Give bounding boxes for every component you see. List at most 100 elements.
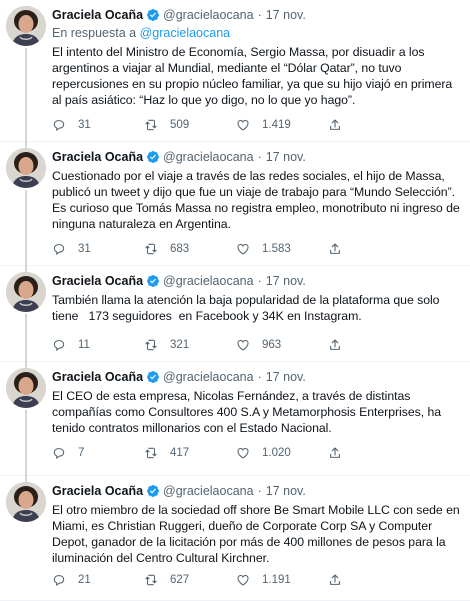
tweet-text: El CEO de esta empresa, Nicolas Fernánde… bbox=[52, 388, 462, 436]
thread-connector-line bbox=[25, 410, 27, 476]
retweet-icon bbox=[144, 338, 170, 352]
reply-button[interactable]: 31 bbox=[52, 118, 144, 132]
tweet-text-line: compañías como Consultores 400 S.A y Met… bbox=[52, 405, 442, 419]
tweet[interactable]: Graciela Ocaña @gracielaocana · 17 nov. El C… bbox=[0, 362, 470, 476]
heart-icon bbox=[236, 446, 262, 460]
verified-badge-icon bbox=[147, 275, 160, 287]
tweet-text-line: repercusiones en su propio núcleo famili… bbox=[52, 77, 453, 91]
tweet-date[interactable]: 17 nov. bbox=[266, 274, 306, 288]
share-button[interactable] bbox=[328, 573, 348, 587]
heart-icon bbox=[236, 118, 262, 132]
author-name[interactable]: Graciela Ocaña bbox=[52, 370, 143, 384]
retweet-button[interactable]: 627 bbox=[144, 573, 236, 587]
reply-count: 7 bbox=[78, 447, 85, 459]
tweet[interactable]: Graciela Ocaña @gracielaocana · 17 nov. En r… bbox=[0, 0, 470, 142]
like-count: 1.020 bbox=[262, 447, 291, 459]
tweet-actions: 31 683 1.583 bbox=[52, 241, 402, 257]
reply-count: 31 bbox=[78, 119, 91, 131]
avatar[interactable] bbox=[6, 482, 46, 522]
tweet[interactable]: Graciela Ocaña @gracielaocana · 17 nov. Tamb… bbox=[0, 266, 470, 362]
reply-icon bbox=[52, 242, 78, 256]
avatar[interactable] bbox=[6, 6, 46, 46]
retweet-count: 509 bbox=[170, 119, 190, 131]
reply-icon bbox=[52, 118, 78, 132]
reply-button[interactable]: 21 bbox=[52, 573, 144, 587]
tweet-actions: 31 509 1.419 bbox=[52, 117, 402, 133]
share-icon bbox=[328, 242, 354, 256]
like-button[interactable]: 1.020 bbox=[236, 446, 328, 460]
tweet-text-line: También llama la atención la baja popula… bbox=[52, 293, 440, 307]
retweet-icon bbox=[144, 446, 170, 460]
retweet-button[interactable]: 509 bbox=[144, 118, 236, 132]
tweet-actions: 21 627 1.191 bbox=[52, 572, 402, 588]
share-button[interactable] bbox=[328, 242, 348, 256]
like-count: 1.191 bbox=[262, 574, 291, 586]
heart-icon bbox=[236, 242, 262, 256]
reply-button[interactable]: 31 bbox=[52, 242, 144, 256]
tweet-text-line: tenido contratos millonarios con el Esta… bbox=[52, 421, 332, 435]
avatar[interactable] bbox=[6, 148, 46, 188]
tweet-text-line: Depot, ganador de la licitación por más … bbox=[52, 535, 446, 549]
tweet-date[interactable]: 17 nov. bbox=[266, 8, 306, 22]
author-handle[interactable]: @gracielaocana bbox=[163, 8, 254, 22]
author-name[interactable]: Graciela Ocaña bbox=[52, 484, 143, 498]
avatar[interactable] bbox=[6, 368, 46, 408]
tweet-text-line: El intento del Ministro de Economía, Ser… bbox=[52, 45, 425, 59]
tweet-date[interactable]: 17 nov. bbox=[266, 150, 306, 164]
tweet-header: Graciela Ocaña @gracielaocana · 17 nov. bbox=[52, 7, 462, 23]
tweet-text-line: ninguna naturaleza en Argentina. bbox=[52, 217, 231, 231]
author-handle[interactable]: @gracielaocana bbox=[163, 274, 254, 288]
tweet-text-line: al país asiático: “Haz lo que yo digo, n… bbox=[52, 93, 356, 107]
share-button[interactable] bbox=[328, 446, 348, 460]
reply-context: En respuesta a @gracielaocana bbox=[52, 25, 462, 41]
tweet-text-line: argentinos a viajar al Mundial, mediante… bbox=[52, 61, 402, 75]
author-handle[interactable]: @gracielaocana bbox=[163, 484, 254, 498]
like-button[interactable]: 1.419 bbox=[236, 118, 328, 132]
reply-prefix: En respuesta a bbox=[52, 26, 137, 40]
share-icon bbox=[328, 338, 354, 352]
share-icon bbox=[328, 446, 354, 460]
tweet-actions: 7 417 1.020 bbox=[52, 445, 402, 461]
tweet-text-line: iluminación del Centro Cultural Kirchner… bbox=[52, 551, 270, 565]
author-name[interactable]: Graciela Ocaña bbox=[52, 8, 143, 22]
like-button[interactable]: 1.191 bbox=[236, 573, 328, 587]
tweet-text-line: Miami, es Christian Ruggeri, dueño de Co… bbox=[52, 519, 433, 533]
author-handle[interactable]: @gracielaocana bbox=[163, 370, 254, 384]
retweet-icon bbox=[144, 118, 170, 132]
reply-button[interactable]: 11 bbox=[52, 338, 144, 352]
avatar[interactable] bbox=[6, 272, 46, 312]
tweet[interactable]: Graciela Ocaña @gracielaocana · 17 nov. El o… bbox=[0, 476, 470, 601]
like-count: 1.419 bbox=[262, 119, 291, 131]
author-name[interactable]: Graciela Ocaña bbox=[52, 274, 143, 288]
retweet-button[interactable]: 683 bbox=[144, 242, 236, 256]
tweet[interactable]: Graciela Ocaña @gracielaocana · 17 nov. Cues… bbox=[0, 142, 470, 266]
retweet-count: 417 bbox=[170, 447, 190, 459]
reply-count: 21 bbox=[78, 574, 91, 586]
retweet-button[interactable]: 321 bbox=[144, 338, 236, 352]
like-button[interactable]: 1.583 bbox=[236, 242, 328, 256]
tweet-thread: Graciela Ocaña @gracielaocana · 17 nov. En r… bbox=[0, 0, 470, 601]
share-button[interactable] bbox=[328, 338, 348, 352]
retweet-button[interactable]: 417 bbox=[144, 446, 236, 460]
like-button[interactable]: 963 bbox=[236, 338, 328, 352]
author-name[interactable]: Graciela Ocaña bbox=[52, 150, 143, 164]
separator-dot: · bbox=[257, 370, 262, 384]
share-icon bbox=[328, 118, 354, 132]
author-handle[interactable]: @gracielaocana bbox=[163, 150, 254, 164]
tweet-date[interactable]: 17 nov. bbox=[266, 484, 306, 498]
retweet-icon bbox=[144, 242, 170, 256]
verified-badge-icon bbox=[147, 9, 160, 21]
verified-badge-icon bbox=[147, 485, 160, 497]
tweet-date[interactable]: 17 nov. bbox=[266, 370, 306, 384]
reply-mention-link[interactable]: @gracielaocana bbox=[140, 26, 231, 40]
tweet-header: Graciela Ocaña @gracielaocana · 17 nov. bbox=[52, 483, 462, 499]
verified-badge-icon bbox=[147, 371, 160, 383]
retweet-count: 683 bbox=[170, 243, 190, 255]
tweet-text-line: El CEO de esta empresa, Nicolas Fernánde… bbox=[52, 389, 411, 403]
share-icon bbox=[328, 573, 354, 587]
share-button[interactable] bbox=[328, 118, 348, 132]
thread-connector-line bbox=[25, 48, 27, 142]
tweet-header: Graciela Ocaña @gracielaocana · 17 nov. bbox=[52, 369, 462, 385]
thread-connector-line bbox=[25, 314, 27, 362]
reply-button[interactable]: 7 bbox=[52, 446, 144, 460]
